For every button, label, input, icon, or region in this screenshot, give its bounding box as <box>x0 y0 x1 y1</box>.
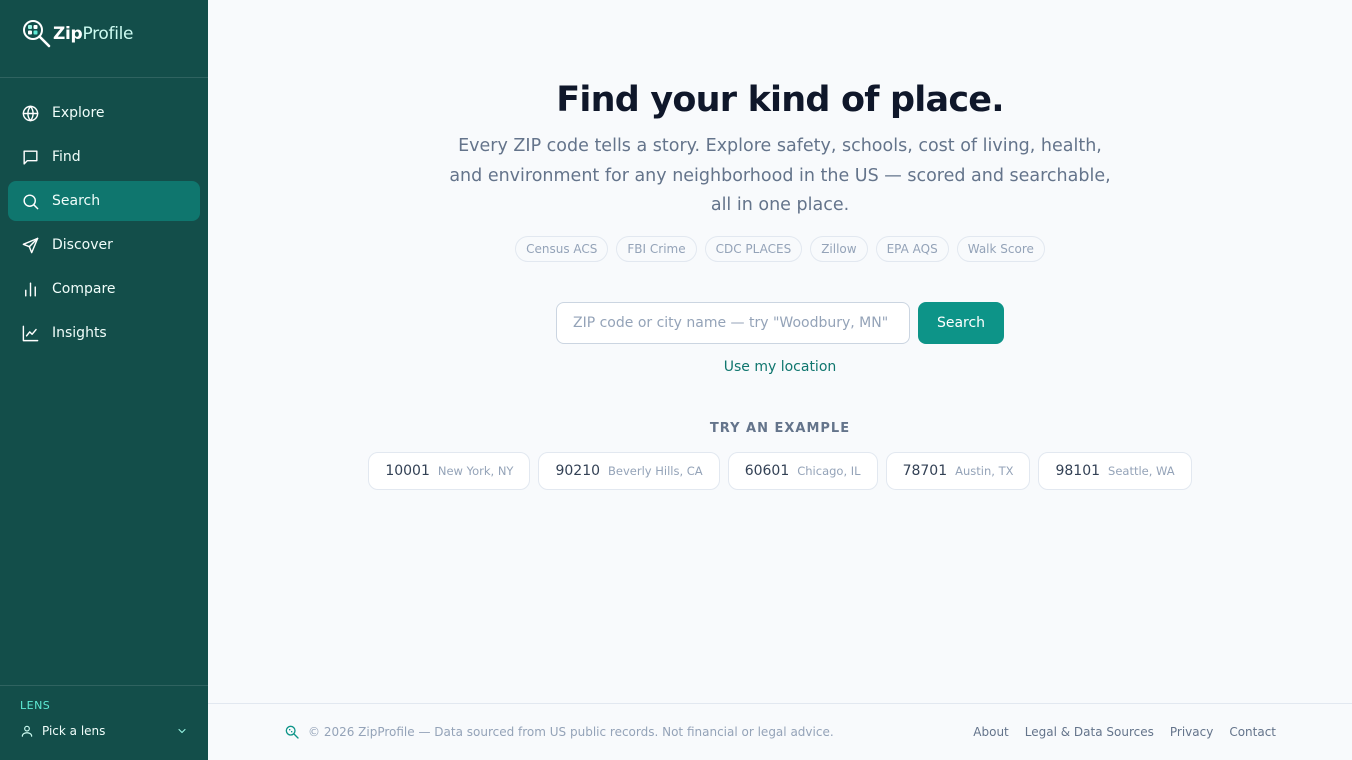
example-city: New York, NY <box>437 464 514 478</box>
sidebar-item-label: Insights <box>52 325 107 341</box>
globe-icon <box>22 105 39 121</box>
source-chip: FBI Crime <box>616 236 697 262</box>
example-zip: 60601 <box>744 463 790 479</box>
lens-panel: LENS Pick a lens <box>0 685 208 760</box>
search-bar: Search <box>556 302 1004 344</box>
footer-links: About Legal & Data Sources Privacy Conta… <box>973 725 1276 739</box>
sidebar-item-search[interactable]: Search <box>8 181 200 221</box>
brand-name-bold: Zip <box>53 23 83 44</box>
hero: Find your kind of place. Every ZIP code … <box>208 76 1352 221</box>
example-zip: 98101 <box>1055 463 1101 479</box>
sidebar-item-label: Find <box>52 149 81 165</box>
brand-name: ZipProfile <box>53 23 134 44</box>
lens-select-value: Pick a lens <box>42 724 106 738</box>
example-zip: 78701 <box>902 463 948 479</box>
source-chip: CDC PLACES <box>704 236 803 262</box>
source-chip: Zillow <box>810 236 868 262</box>
chevron-down-icon <box>178 728 186 734</box>
search-icon <box>23 193 39 209</box>
bar-chart-icon <box>25 281 36 297</box>
main-content: Find your kind of place. Every ZIP code … <box>208 0 1352 704</box>
footer-copyright: © 2026 ZipProfile — Data sourced from US… <box>308 725 834 739</box>
examples-title: TRY AN EXAMPLE <box>709 421 851 436</box>
example-zip-button[interactable]: 10001 New York, NY <box>368 452 531 490</box>
person-icon <box>21 725 33 737</box>
search-input[interactable] <box>556 302 910 344</box>
example-city: Austin, TX <box>955 464 1014 478</box>
sidebar: ZipProfile Explore Find Search Discover … <box>0 0 208 760</box>
source-chip: EPA AQS <box>875 236 949 262</box>
example-list: 10001 New York, NY 90210 Beverly Hills, … <box>208 452 1352 490</box>
sidebar-item-label: Compare <box>52 281 116 297</box>
use-my-location-link[interactable]: Use my location <box>208 359 1352 375</box>
example-zip: 90210 <box>555 463 601 479</box>
sidebar-item-label: Discover <box>52 237 113 253</box>
example-city: Seattle, WA <box>1108 464 1175 478</box>
footer-link-contact[interactable]: Contact <box>1229 725 1276 739</box>
brand[interactable]: ZipProfile <box>0 0 208 78</box>
page-subtitle: Every ZIP code tells a story. Explore sa… <box>449 136 1111 215</box>
example-city: Chicago, IL <box>797 464 861 478</box>
source-chip: Walk Score <box>956 236 1045 262</box>
lens-select[interactable]: Pick a lens <box>20 724 188 738</box>
footer-link-legal[interactable]: Legal & Data Sources <box>1025 725 1154 739</box>
data-source-chips: Census ACS FBI Crime CDC PLACES Zillow E… <box>208 236 1352 262</box>
sidebar-item-insights[interactable]: Insights <box>8 313 200 353</box>
magnifier-grid-icon <box>285 725 299 739</box>
brand-name-rest: Profile <box>82 23 134 44</box>
sidebar-item-label: Search <box>52 193 101 209</box>
sidebar-item-label: Explore <box>52 105 105 121</box>
example-city: Beverly Hills, CA <box>608 464 703 478</box>
example-zip-button[interactable]: 90210 Beverly Hills, CA <box>538 452 720 490</box>
magnifier-grid-icon <box>23 19 51 47</box>
footer: © 2026 ZipProfile — Data sourced from US… <box>208 703 1352 760</box>
example-zip-button[interactable]: 98101 Seattle, WA <box>1038 452 1192 490</box>
line-chart-icon <box>22 325 39 341</box>
footer-link-privacy[interactable]: Privacy <box>1170 725 1213 739</box>
lens-title: LENS <box>20 699 51 712</box>
sidebar-item-find[interactable]: Find <box>8 137 200 177</box>
chat-bubble-icon <box>23 149 38 165</box>
example-zip-button[interactable]: 78701 Austin, TX <box>885 452 1031 490</box>
source-chip: Census ACS <box>515 236 609 262</box>
footer-link-about[interactable]: About <box>973 725 1008 739</box>
sidebar-item-discover[interactable]: Discover <box>8 225 200 265</box>
search-button[interactable]: Search <box>918 302 1004 344</box>
sidebar-item-compare[interactable]: Compare <box>8 269 200 309</box>
page-title: Find your kind of place. <box>556 80 1004 120</box>
sidebar-nav: Explore Find Search Discover Compare Ins… <box>0 93 208 353</box>
sidebar-item-explore[interactable]: Explore <box>8 93 200 133</box>
example-zip-button[interactable]: 60601 Chicago, IL <box>727 452 878 490</box>
example-zip: 10001 <box>385 463 430 479</box>
send-icon <box>22 237 39 253</box>
